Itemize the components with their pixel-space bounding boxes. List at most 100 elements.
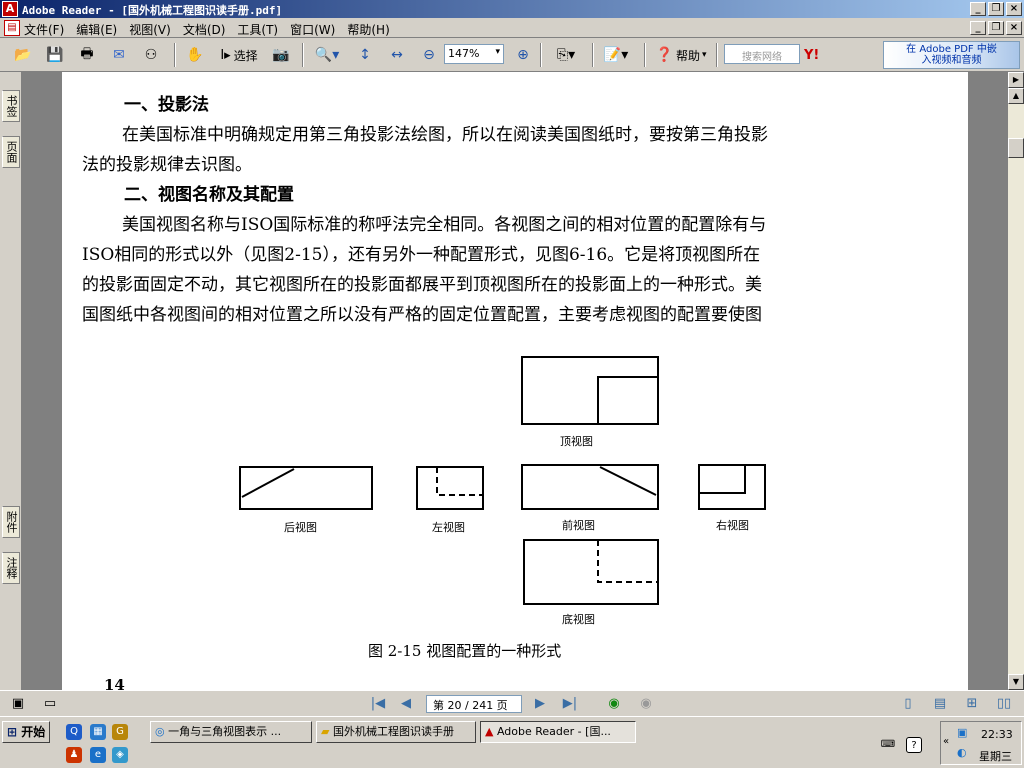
zoom-out-button[interactable]: ⊖ bbox=[418, 44, 440, 66]
pdf-page[interactable]: 一、投影法 在美国标准中明确规定用第三角投影法绘图，所以在阅读美国图纸时，要按第… bbox=[62, 72, 968, 690]
tab-attachments[interactable]: 附件 bbox=[2, 506, 20, 538]
snapshot-button[interactable]: 📷 bbox=[270, 44, 292, 66]
email-globe-icon: ✉ bbox=[113, 47, 125, 63]
scroll-right-arrow-icon[interactable]: ▶ bbox=[1008, 72, 1024, 88]
menu-file[interactable]: 文件(F) bbox=[24, 21, 64, 38]
doc-close-button[interactable]: × bbox=[1006, 21, 1022, 35]
system-tray: « ▣ ◐ 22:33 星期三 bbox=[940, 721, 1022, 765]
go-back-icon[interactable]: ◉ bbox=[604, 695, 624, 713]
task-word-document[interactable]: ◎ 一角与三角视图表示 ... bbox=[150, 721, 312, 743]
label-top-view: 顶视图 bbox=[560, 435, 593, 448]
qq-penguin-icon[interactable]: ♟ bbox=[66, 747, 82, 763]
document-properties-icon[interactable]: ▭ bbox=[40, 695, 60, 713]
note-icon: 📝▾ bbox=[603, 47, 629, 63]
network-icon[interactable]: ▣ bbox=[957, 726, 967, 739]
clock-time[interactable]: 22:33 bbox=[981, 728, 1013, 741]
front-view-drawing bbox=[521, 464, 659, 510]
restore-button[interactable]: ❐ bbox=[988, 2, 1004, 16]
title-bar[interactable]: A Adobe Reader - [国外机械工程图识读手册.pdf] _ ❐ × bbox=[0, 0, 1024, 18]
bottom-view-drawing bbox=[523, 539, 659, 605]
task-adobe-reader[interactable]: ▲ Adobe Reader - [国... bbox=[480, 721, 636, 743]
printer-icon: 🖶 bbox=[80, 46, 94, 62]
select-tool-button[interactable]: I▸ 选择 bbox=[212, 44, 266, 66]
navigation-pane: 书签 页面 附件 注释 bbox=[0, 72, 22, 690]
print-button[interactable]: 🖶 bbox=[76, 44, 98, 66]
email-button[interactable]: ✉ bbox=[108, 44, 130, 66]
menu-window[interactable]: 窗口(W) bbox=[290, 21, 335, 38]
menu-help[interactable]: 帮助(H) bbox=[347, 21, 389, 38]
yahoo-search-button[interactable]: Y! bbox=[804, 44, 819, 66]
scroll-up-arrow-icon[interactable]: ▲ bbox=[1008, 88, 1024, 104]
keyboard-icon[interactable]: ⌨ bbox=[880, 737, 896, 753]
help-button[interactable]: ❓ 帮助 ▾ bbox=[652, 44, 710, 66]
menu-view[interactable]: 视图(V) bbox=[129, 21, 171, 38]
next-page-icon[interactable]: ▶ bbox=[530, 695, 550, 713]
doc-restore-button[interactable]: ❐ bbox=[988, 21, 1004, 35]
text-cursor-icon: I▸ bbox=[220, 47, 231, 63]
open-button[interactable]: 📂 bbox=[12, 44, 34, 66]
help-icon: ❓ bbox=[655, 47, 673, 63]
game-icon[interactable]: G bbox=[112, 724, 128, 740]
close-button[interactable]: × bbox=[1006, 2, 1022, 16]
zoom-in-tool-button[interactable]: 🔍▾ bbox=[312, 44, 342, 66]
promo-banner[interactable]: 在 Adobe PDF 中嵌 入视频和音频 bbox=[883, 41, 1020, 69]
tab-comments[interactable]: 注释 bbox=[2, 552, 20, 584]
fit-width-button[interactable]: ↔ bbox=[386, 44, 408, 66]
chevron-down-icon[interactable]: ▾ bbox=[495, 47, 500, 57]
menu-edit[interactable]: 编辑(E) bbox=[76, 21, 117, 38]
document-area[interactable]: 一、投影法 在美国标准中明确规定用第三角投影法绘图，所以在阅读美国图纸时，要按第… bbox=[22, 72, 1008, 690]
help-tray-icon[interactable]: ? bbox=[906, 737, 922, 753]
document-icon[interactable]: ▤ bbox=[4, 20, 20, 36]
toolbar: 📂 💾 🖶 ✉ ⚇ ✋ I▸ 选择 📷 🔍▾ ↕ ↔ ⊖ ⊕ ⎘▾ 📝▾ ❓ 帮… bbox=[0, 38, 1024, 72]
web-search-input[interactable]: 搜索网络 bbox=[724, 44, 800, 64]
comment-tools-button[interactable]: 📝▾ bbox=[600, 44, 632, 66]
rotate-button[interactable]: ⎘▾ bbox=[550, 44, 582, 66]
continuous-layout-icon[interactable]: ▤ bbox=[930, 695, 950, 713]
facing-layout-icon[interactable]: ⊞ bbox=[962, 695, 982, 713]
fit-page-button[interactable]: ↕ bbox=[354, 44, 376, 66]
single-page-layout-icon[interactable]: ▯ bbox=[898, 695, 918, 713]
qq-icon[interactable]: Q bbox=[66, 724, 82, 740]
search-button[interactable]: ⚇ bbox=[140, 44, 162, 66]
menu-document[interactable]: 文档(D) bbox=[183, 21, 226, 38]
select-label: 选择 bbox=[233, 48, 258, 63]
doc-minimize-button[interactable]: _ bbox=[970, 21, 986, 35]
scroll-down-arrow-icon[interactable]: ▼ bbox=[1008, 674, 1024, 690]
taskbar: ⊞ 开始 Q ▦ G ♟ e ◈ ◎ 一角与三角视图表示 ... ▰ 国外机械工… bbox=[0, 716, 1024, 768]
left-view-drawing bbox=[416, 466, 484, 510]
menu-tools[interactable]: 工具(T) bbox=[237, 21, 278, 38]
start-button[interactable]: ⊞ 开始 bbox=[2, 721, 50, 743]
zoom-in-button[interactable]: ⊕ bbox=[512, 44, 534, 66]
desktop-icon[interactable]: ▦ bbox=[90, 724, 106, 740]
minimize-button[interactable]: _ bbox=[970, 2, 986, 16]
previous-page-icon[interactable]: ◀ bbox=[396, 695, 416, 713]
tray-expand-icon[interactable]: « bbox=[943, 736, 949, 747]
label-bottom-view: 底视图 bbox=[562, 613, 595, 626]
tab-pages[interactable]: 页面 bbox=[2, 136, 20, 168]
last-page-icon[interactable]: ▶| bbox=[560, 695, 580, 713]
zoom-level-input[interactable]: 147% ▾ bbox=[444, 44, 504, 64]
hand-icon: ✋ bbox=[186, 47, 204, 63]
internet-explorer-icon[interactable]: e bbox=[90, 747, 106, 763]
figure-caption: 图 2-15 视图配置的一种形式 bbox=[368, 642, 562, 660]
page-number: 14 bbox=[104, 676, 125, 690]
speaker-icon[interactable]: ◐ bbox=[957, 746, 967, 759]
task-folder[interactable]: ▰ 国外机械工程图识读手册 bbox=[316, 721, 476, 743]
scroll-thumb[interactable] bbox=[1008, 138, 1024, 158]
media-icon[interactable]: ◈ bbox=[112, 747, 128, 763]
page-number-input[interactable]: 第 20 / 241 页 bbox=[426, 695, 522, 713]
go-forward-icon[interactable]: ◉ bbox=[636, 695, 656, 713]
right-view-drawing bbox=[698, 464, 766, 510]
adobe-reader-icon: ▲ bbox=[485, 725, 494, 738]
menu-bar: ▤ 文件(F) 编辑(E) 视图(V) 文档(D) 工具(T) 窗口(W) 帮助… bbox=[0, 18, 1024, 38]
vertical-scrollbar[interactable]: ▶ ▲ ▼ bbox=[1008, 72, 1024, 690]
yahoo-icon: Y! bbox=[804, 47, 820, 63]
pane-toggle-icon[interactable]: ▣ bbox=[8, 695, 28, 713]
first-page-icon[interactable]: |◀ bbox=[368, 695, 388, 713]
hand-tool-button[interactable]: ✋ bbox=[184, 44, 206, 66]
tab-bookmarks[interactable]: 书签 bbox=[2, 90, 20, 122]
minus-circle-icon: ⊖ bbox=[423, 47, 435, 63]
save-button[interactable]: 💾 bbox=[44, 44, 66, 66]
label-front-view: 前视图 bbox=[562, 519, 595, 532]
continuous-facing-layout-icon[interactable]: ▯▯ bbox=[994, 695, 1014, 713]
